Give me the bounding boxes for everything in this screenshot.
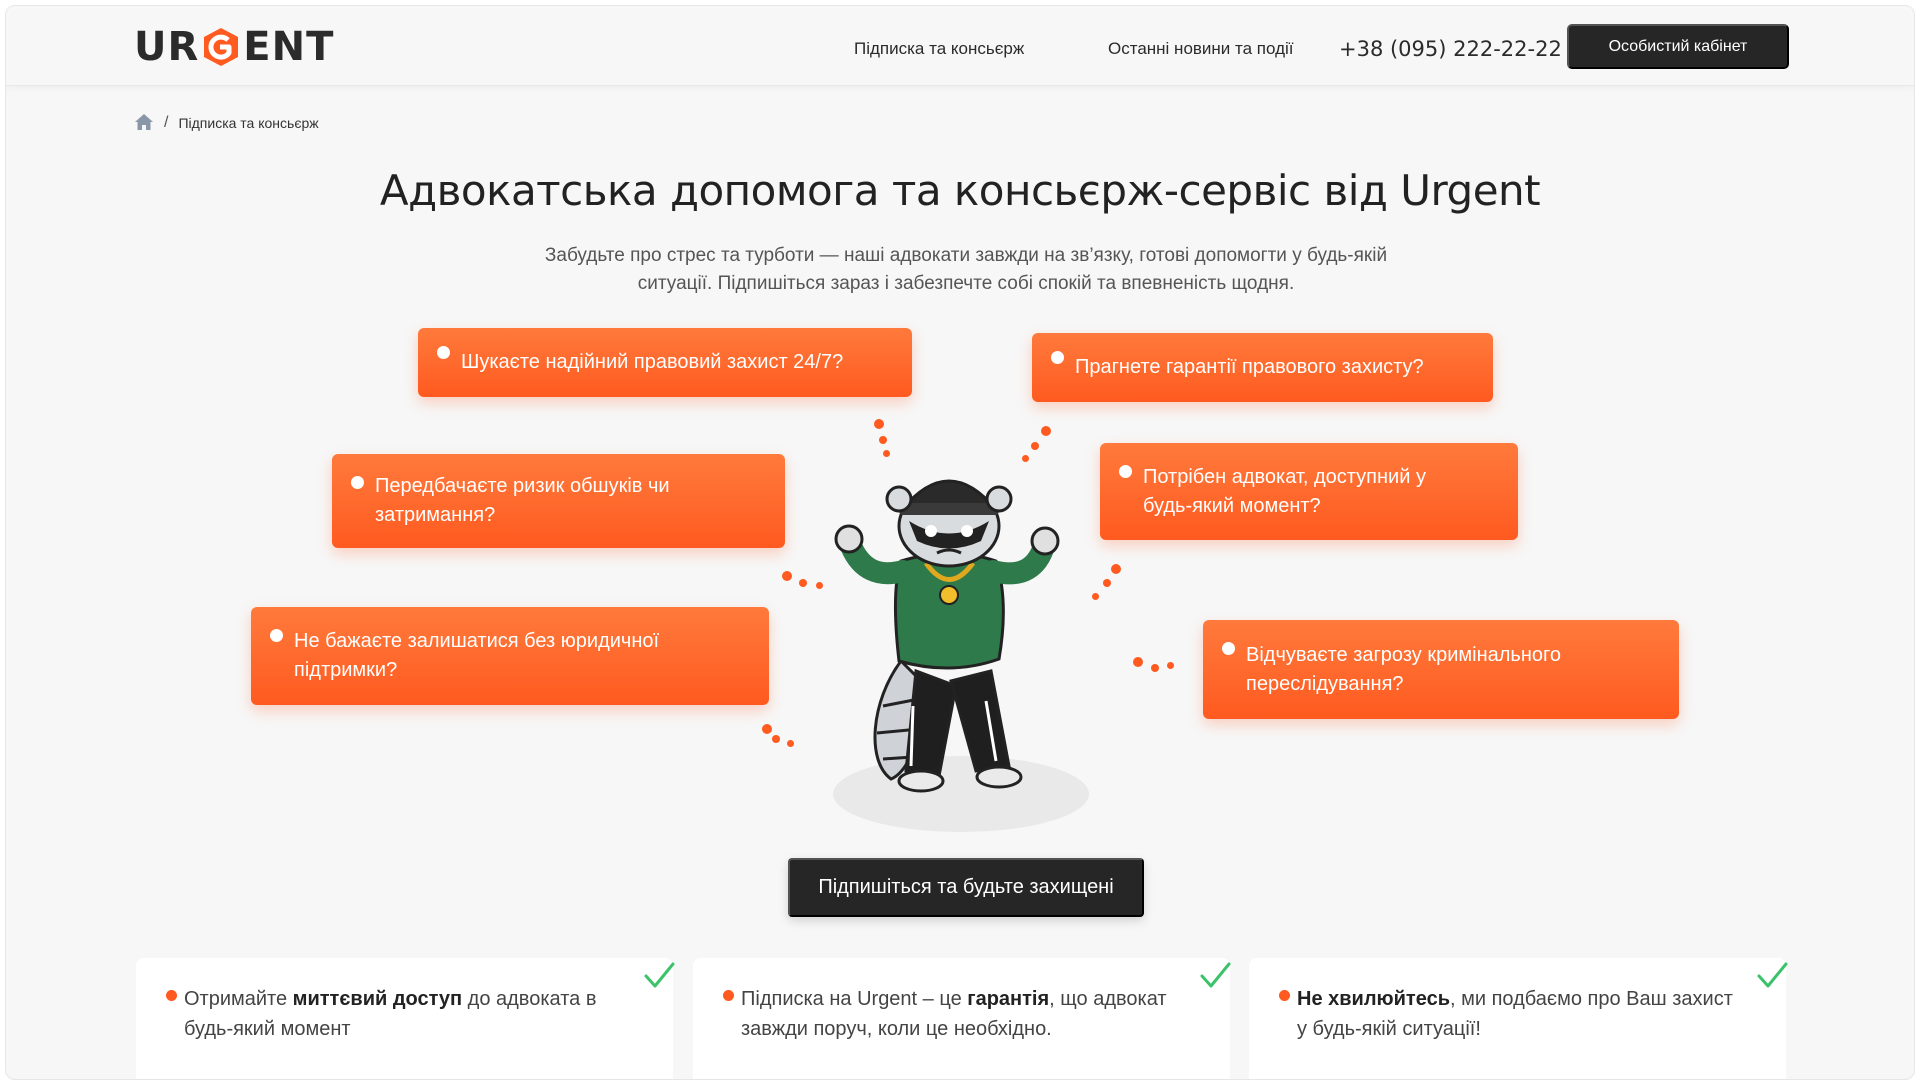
site-header: UR ENT Підписка та консьєрж Останні нови…: [6, 6, 1914, 86]
bubble-text: Прагнете гарантії правового захисту?: [1075, 356, 1424, 378]
bubble-line-1: Передбачаєте ризик обшуків чи: [375, 475, 670, 497]
bubble-line-2: підтримки?: [294, 659, 398, 681]
card-text-bold: Не хвилюйтесь: [1297, 988, 1450, 1010]
urgent-logo[interactable]: UR ENT: [134, 24, 334, 70]
nav-link-subscription[interactable]: Підписка та консьєрж: [854, 39, 1024, 59]
bubble-text: Шукаєте надійний правовий захист 24/7?: [461, 351, 844, 373]
bubble-text: Передбачаєте ризик обшуків чи затримання…: [375, 472, 670, 530]
bubble-line-2: затримання?: [375, 504, 496, 526]
feature-card-2: Підписка на Urgent – це гарантія, що адв…: [693, 958, 1230, 1079]
page-frame: UR ENT Підписка та консьєрж Останні нови…: [5, 5, 1915, 1080]
bubble-dot: [270, 629, 283, 642]
nav-link-news[interactable]: Останні новини та події: [1108, 39, 1294, 59]
bubble-line-2: переслідування?: [1246, 672, 1404, 695]
bubble-dot: [1051, 351, 1064, 364]
card-text-pre: Підписка на Urgent – це: [741, 988, 968, 1010]
bubble-text: Потрібен адвокат, доступний у будь-який …: [1143, 463, 1426, 521]
phone-link[interactable]: +38 (095) 222-22-22: [1339, 37, 1562, 61]
subscribe-button[interactable]: Підпишіться та будьте захищені: [788, 858, 1144, 917]
question-bubble-3: Передбачаєте ризик обшуків чи затримання…: [332, 454, 785, 548]
bubble-text: Не бажаєте залишатися без юридичної підт…: [294, 627, 659, 685]
feature-card-3: Не хвилюйтесь, ми подбаємо про Ваш захис…: [1249, 958, 1786, 1079]
question-bubble-4: Потрібен адвокат, доступний у будь-який …: [1100, 443, 1518, 540]
question-bubble-5: Не бажаєте залишатися без юридичної підт…: [251, 607, 769, 705]
bubble-text: Відчуваєте загрозу кримінального переслі…: [1246, 641, 1561, 699]
card-text-bold: гарантія: [967, 988, 1050, 1010]
bubble-line-1: Відчуваєте загрозу кримінального: [1246, 643, 1561, 666]
question-bubble-6: Відчуваєте загрозу кримінального переслі…: [1203, 620, 1679, 719]
card-text-pre: Отримайте: [184, 988, 293, 1010]
card-dot: [723, 990, 734, 1001]
bubble-dot: [437, 346, 450, 359]
bubble-line-1: Не бажаєте залишатися без юридичної: [294, 630, 660, 652]
raccoon-mascot-illustration: [831, 471, 1131, 836]
bubble-dot: [351, 476, 364, 489]
bubble-dot: [1222, 642, 1235, 655]
page-title: Адвокатська допомога та консьєрж-сервіс …: [379, 166, 1541, 215]
personal-cabinet-button[interactable]: Особистий кабінет: [1567, 24, 1789, 69]
question-bubble-2: Прагнете гарантії правового захисту?: [1032, 333, 1493, 402]
logo-text-start: UR: [134, 24, 200, 70]
breadcrumb: / Підписка та консьєрж: [134, 112, 319, 134]
card-dot: [1279, 990, 1290, 1001]
logo-g-mark-icon: [201, 26, 241, 68]
page-subtitle: Забудьте про стрес та турботи — наші адв…: [436, 242, 1496, 298]
bubble-line-1: Потрібен адвокат, доступний у: [1143, 465, 1426, 488]
checkmark-icon: [1196, 958, 1236, 996]
card-text-bold: миттєвий доступ: [292, 988, 463, 1010]
checkmark-icon: [640, 958, 680, 996]
breadcrumb-separator: /: [164, 114, 169, 131]
feature-card-1: Отримайте миттєвий доступ до адвоката в …: [136, 958, 673, 1079]
subtitle-line-2: ситуації. Підпишіться зараз і забезпечте…: [637, 273, 1295, 294]
card-dot: [166, 990, 177, 1001]
breadcrumb-current: Підписка та консьєрж: [178, 115, 319, 131]
question-bubble-1: Шукаєте надійний правовий захист 24/7?: [418, 328, 912, 397]
bubble-line-2: будь-який момент?: [1143, 494, 1321, 517]
subtitle-line-1: Забудьте про стрес та турботи — наші адв…: [544, 245, 1388, 266]
logo-text-end: ENT: [243, 24, 335, 70]
home-icon[interactable]: [134, 113, 154, 134]
checkmark-icon: [1753, 958, 1793, 996]
